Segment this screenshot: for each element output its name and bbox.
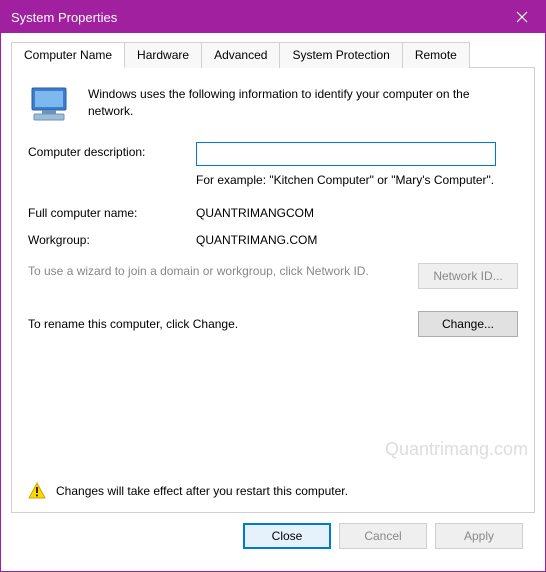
warning-icon	[28, 482, 46, 500]
description-label: Computer description:	[28, 142, 196, 159]
wizard-text: To use a wizard to join a domain or work…	[28, 263, 408, 280]
cancel-button: Cancel	[339, 523, 427, 549]
tab-advanced[interactable]: Advanced	[201, 42, 280, 68]
tab-content: Windows uses the following information t…	[11, 68, 535, 513]
tab-hardware[interactable]: Hardware	[124, 42, 202, 68]
apply-button: Apply	[435, 523, 523, 549]
warning-row: Changes will take effect after you resta…	[28, 482, 518, 500]
tab-strip: Computer Name Hardware Advanced System P…	[11, 41, 535, 68]
network-id-button: Network ID...	[418, 263, 518, 289]
watermark: Quantrimang.com	[385, 439, 528, 460]
full-name-label: Full computer name:	[28, 203, 196, 220]
close-button[interactable]: Close	[243, 523, 331, 549]
system-properties-window: System Properties Computer Name Hardware…	[0, 0, 546, 572]
dialog-footer: Close Cancel Apply	[11, 513, 535, 561]
titlebar: System Properties	[1, 1, 545, 33]
warning-text: Changes will take effect after you resta…	[56, 484, 348, 498]
window-body: Computer Name Hardware Advanced System P…	[1, 33, 545, 571]
tab-computer-name[interactable]: Computer Name	[11, 42, 125, 68]
workgroup-value: QUANTRIMANG.COM	[196, 230, 518, 247]
workgroup-label: Workgroup:	[28, 230, 196, 247]
rename-text: To rename this computer, click Change.	[28, 317, 408, 331]
close-icon[interactable]	[499, 1, 545, 33]
window-title: System Properties	[11, 10, 499, 25]
computer-icon	[28, 86, 72, 124]
tab-remote[interactable]: Remote	[402, 42, 470, 68]
description-input[interactable]	[196, 142, 496, 166]
description-example: For example: "Kitchen Computer" or "Mary…	[196, 172, 518, 189]
change-button[interactable]: Change...	[418, 311, 518, 337]
intro-text: Windows uses the following information t…	[88, 86, 518, 120]
tab-system-protection[interactable]: System Protection	[279, 42, 402, 68]
full-name-value: QUANTRIMANGCOM	[196, 203, 518, 220]
